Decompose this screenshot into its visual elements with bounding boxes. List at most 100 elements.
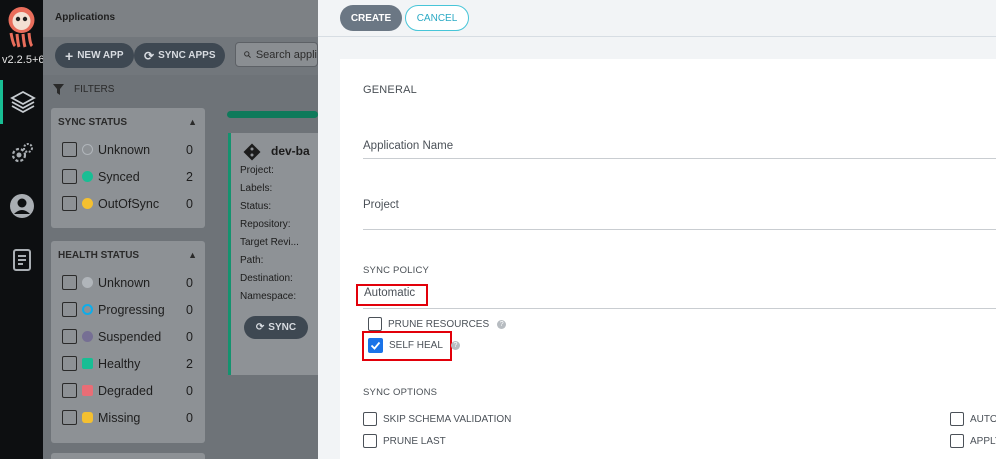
filter-row-missing[interactable]: Missing 0 xyxy=(51,404,205,431)
ghost-icon xyxy=(82,412,93,423)
search-input[interactable]: Search appli xyxy=(235,42,318,67)
layers-icon xyxy=(10,90,36,114)
apply-out-of-sync-option[interactable]: APPLY xyxy=(950,434,996,448)
checkbox[interactable] xyxy=(62,275,77,290)
search-placeholder: Search appli xyxy=(255,48,317,61)
auto-create-namespace-option[interactable]: AUTO- xyxy=(950,412,996,426)
broken-heart-icon xyxy=(82,385,93,396)
field-label: Target Revi... xyxy=(240,237,299,248)
filter-row-synced[interactable]: Synced 2 xyxy=(51,163,205,190)
sync-policy-section-title: SYNC POLICY xyxy=(363,265,430,276)
skip-schema-validation-option[interactable]: SKIP SCHEMA VALIDATION xyxy=(363,412,511,426)
apply-out-of-sync-label: APPLY xyxy=(970,435,996,447)
app-card[interactable]: dev-ba Project: Labels: Status: Reposito… xyxy=(228,133,318,375)
next-filter-panel xyxy=(51,453,205,459)
prune-resources-option[interactable]: PRUNE RESOURCES ? xyxy=(368,317,507,331)
version-label: v2.2.5+6 xyxy=(2,54,43,66)
self-heal-option[interactable]: SELF HEAL ? xyxy=(368,338,460,353)
app-status-bar xyxy=(227,111,318,118)
check-circle-icon xyxy=(82,171,93,182)
filter-count: 2 xyxy=(186,356,193,371)
spinner-icon xyxy=(82,304,93,315)
field-label: Status: xyxy=(240,201,272,212)
field-label: Path: xyxy=(240,255,264,266)
collapse-icon[interactable]: ▲ xyxy=(188,250,197,260)
filter-row-degraded[interactable]: Degraded 0 xyxy=(51,377,205,404)
arrow-up-circle-icon xyxy=(82,198,93,209)
cancel-button[interactable]: CANCEL xyxy=(405,5,469,31)
checkbox[interactable] xyxy=(62,302,77,317)
checkbox[interactable] xyxy=(62,356,77,371)
search-icon xyxy=(244,51,251,58)
filter-label: Missing xyxy=(98,410,141,425)
question-circle-icon xyxy=(82,277,93,288)
new-app-button[interactable]: + NEW APP xyxy=(55,43,134,68)
filter-count: 0 xyxy=(186,383,193,398)
filter-row-outofsync[interactable]: OutOfSync 0 xyxy=(51,190,205,217)
app-fields: Project: Labels: Status: Repository: Tar… xyxy=(240,162,299,306)
collapse-icon[interactable]: ▲ xyxy=(188,117,197,127)
sheet-toolbar: CREATE CANCEL xyxy=(318,0,996,37)
skip-schema-validation-checkbox[interactable] xyxy=(363,412,377,426)
health-status-panel: HEALTH STATUS ▲ Unknown 0 Progressing 0 … xyxy=(51,241,205,443)
auto-create-namespace-checkbox[interactable] xyxy=(950,412,964,426)
create-app-form: GENERAL Application Name Project SYNC PO… xyxy=(340,59,996,459)
application-name-label: Application Name xyxy=(363,140,454,152)
application-name-input[interactable] xyxy=(363,158,996,159)
auto-create-namespace-label: AUTO- xyxy=(970,413,996,425)
prune-last-checkbox[interactable] xyxy=(363,434,377,448)
project-label: Project xyxy=(363,199,399,211)
filter-row-progressing[interactable]: Progressing 0 xyxy=(51,296,205,323)
filter-label: Unknown xyxy=(98,142,151,157)
help-icon[interactable]: ? xyxy=(497,319,507,329)
checkbox[interactable] xyxy=(62,383,77,398)
checkmark-icon xyxy=(370,341,381,350)
filter-row-health-unknown[interactable]: Unknown 0 xyxy=(51,269,205,296)
health-status-title: HEALTH STATUS xyxy=(58,249,140,261)
user-icon xyxy=(9,194,34,218)
help-icon[interactable]: ? xyxy=(450,341,460,350)
health-status-header[interactable]: HEALTH STATUS ▲ xyxy=(51,241,205,269)
checkbox[interactable] xyxy=(62,142,77,157)
sync-policy-select[interactable]: Automatic xyxy=(364,287,415,299)
nav-docs[interactable] xyxy=(0,238,43,282)
checkbox[interactable] xyxy=(62,410,77,425)
prune-resources-checkbox[interactable] xyxy=(368,317,382,331)
sync-status-header[interactable]: SYNC STATUS ▲ xyxy=(51,108,205,136)
nav-settings[interactable] xyxy=(0,132,43,176)
filter-count: 0 xyxy=(186,196,193,211)
argo-logo-icon[interactable] xyxy=(5,6,38,48)
general-section-title: GENERAL xyxy=(363,84,417,96)
filter-label: Synced xyxy=(98,169,140,184)
page-title: Applications xyxy=(55,12,116,23)
pause-circle-icon xyxy=(82,331,93,342)
self-heal-checkbox[interactable] xyxy=(368,338,383,353)
checkbox[interactable] xyxy=(62,329,77,344)
app-name[interactable]: dev-ba xyxy=(271,144,310,158)
filter-row-suspended[interactable]: Suspended 0 xyxy=(51,323,205,350)
checkbox[interactable] xyxy=(62,169,77,184)
sync-icon: ⟳ xyxy=(255,322,265,333)
filter-row-healthy[interactable]: Healthy 2 xyxy=(51,350,205,377)
filter-count: 0 xyxy=(186,410,193,425)
skip-schema-validation-label: SKIP SCHEMA VALIDATION xyxy=(383,413,512,425)
nav-user-info[interactable] xyxy=(0,184,43,228)
project-input[interactable] xyxy=(363,229,996,230)
create-button[interactable]: CREATE xyxy=(340,5,402,31)
top-bar: Applications xyxy=(43,0,318,37)
apply-out-of-sync-checkbox[interactable] xyxy=(950,434,964,448)
filter-label: Unknown xyxy=(98,275,151,290)
checkbox[interactable] xyxy=(62,196,77,211)
prune-last-label: PRUNE LAST xyxy=(383,435,446,447)
filter-row-sync-unknown[interactable]: Unknown 0 xyxy=(51,136,205,163)
sync-apps-button[interactable]: ⟳ SYNC APPS xyxy=(134,43,226,68)
sync-policy-underline xyxy=(363,308,996,309)
filters-header: FILTERS xyxy=(53,84,114,95)
sync-button[interactable]: ⟳ SYNC xyxy=(244,316,308,339)
sync-icon: ⟳ xyxy=(144,48,155,63)
field-label: Project: xyxy=(240,165,274,176)
self-heal-label: SELF HEAL xyxy=(389,340,443,351)
prune-last-option[interactable]: PRUNE LAST xyxy=(363,434,446,448)
nav-applications[interactable] xyxy=(0,80,43,124)
filter-label: Degraded xyxy=(98,383,153,398)
